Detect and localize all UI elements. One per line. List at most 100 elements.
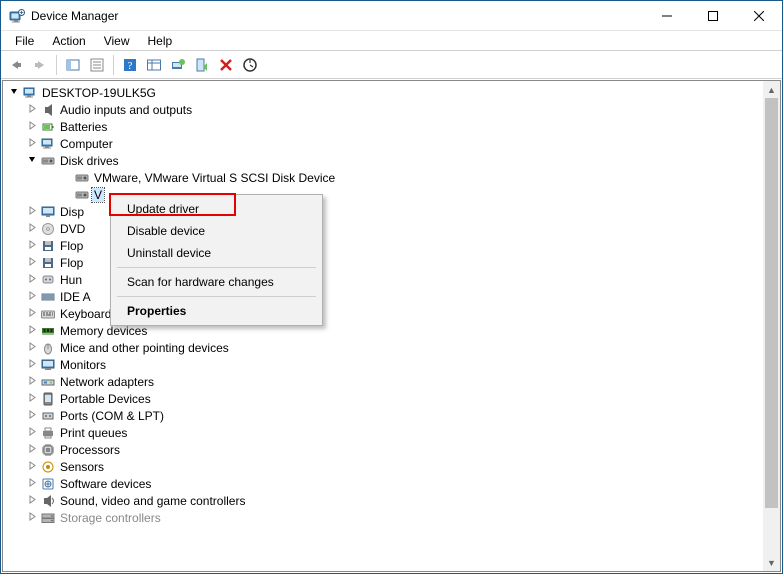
sound-icon: [39, 493, 57, 509]
tree-item-label: V: [92, 188, 104, 202]
tree-item-label: Hun: [58, 273, 84, 287]
menu-action[interactable]: Action: [44, 32, 93, 50]
toolbar: ?: [1, 51, 782, 79]
chevron-right-icon[interactable]: [25, 376, 39, 385]
tree-item[interactable]: Disk drives: [3, 152, 763, 169]
tree-root[interactable]: DESKTOP-19ULK5G: [3, 84, 763, 101]
show-hide-console-button[interactable]: [62, 54, 84, 76]
tree-item[interactable]: Network adapters: [3, 373, 763, 390]
tree-root-label: DESKTOP-19ULK5G: [40, 86, 158, 100]
chevron-right-icon[interactable]: [25, 308, 39, 317]
view-button[interactable]: [143, 54, 165, 76]
chevron-right-icon[interactable]: [25, 410, 39, 419]
tree-item-label: Flop: [58, 239, 85, 253]
chevron-right-icon[interactable]: [25, 206, 39, 215]
floppy-icon: [39, 238, 57, 254]
tree-item-label: Sound, video and game controllers: [58, 494, 247, 508]
scroll-down-button[interactable]: ▼: [763, 554, 780, 571]
chevron-right-icon[interactable]: [25, 444, 39, 453]
scroll-up-button[interactable]: ▲: [763, 81, 780, 98]
software-icon: [39, 476, 57, 492]
window-title: Device Manager: [31, 9, 118, 23]
properties-button[interactable]: [86, 54, 108, 76]
computer-icon: [21, 85, 39, 101]
tree-item[interactable]: Batteries: [3, 118, 763, 135]
forward-button[interactable]: [29, 54, 51, 76]
keyboard-icon: [39, 306, 57, 322]
context-menu-update-driver[interactable]: Update driver: [113, 198, 320, 220]
back-button[interactable]: [5, 54, 27, 76]
tree-item-label: Flop: [58, 256, 85, 270]
chevron-right-icon[interactable]: [25, 274, 39, 283]
computer-icon: [39, 136, 57, 152]
chevron-right-icon[interactable]: [25, 291, 39, 300]
uninstall-button[interactable]: [215, 54, 237, 76]
chevron-right-icon[interactable]: [25, 104, 39, 113]
tree-item[interactable]: Portable Devices: [3, 390, 763, 407]
tree-item[interactable]: Print queues: [3, 424, 763, 441]
tree-item-label: Disp: [58, 205, 86, 219]
maximize-button[interactable]: [690, 1, 736, 30]
chevron-right-icon[interactable]: [25, 495, 39, 504]
tree-item[interactable]: Computer: [3, 135, 763, 152]
scrollbar-track[interactable]: [763, 98, 780, 554]
chevron-down-icon[interactable]: [25, 155, 39, 164]
chevron-right-icon[interactable]: [25, 427, 39, 436]
tree-item[interactable]: Ports (COM & LPT): [3, 407, 763, 424]
printer-icon: [39, 425, 57, 441]
tree-item-label: DVD: [58, 222, 87, 236]
chevron-right-icon[interactable]: [25, 342, 39, 351]
chevron-right-icon[interactable]: [25, 478, 39, 487]
vertical-scrollbar[interactable]: ▲ ▼: [763, 81, 780, 571]
disk-icon: [73, 187, 91, 203]
tree-item[interactable]: Audio inputs and outputs: [3, 101, 763, 118]
tree-item[interactable]: Storage controllers: [3, 509, 763, 526]
chevron-right-icon[interactable]: [25, 512, 39, 521]
chevron-right-icon[interactable]: [25, 138, 39, 147]
svg-text:?: ?: [128, 60, 133, 72]
tree-item[interactable]: Sound, video and game controllers: [3, 492, 763, 509]
context-menu-uninstall-device[interactable]: Uninstall device: [113, 242, 320, 264]
menu-file[interactable]: File: [7, 32, 42, 50]
tree-item[interactable]: Software devices: [3, 475, 763, 492]
tree-item-label: Batteries: [58, 120, 109, 134]
chevron-right-icon[interactable]: [25, 461, 39, 470]
scrollbar-thumb[interactable]: [765, 98, 778, 508]
chevron-right-icon[interactable]: [25, 121, 39, 130]
tree-item[interactable]: Monitors: [3, 356, 763, 373]
tree-item[interactable]: Processors: [3, 441, 763, 458]
content-area: DESKTOP-19ULK5G Audio inputs and outputs…: [2, 80, 781, 572]
menu-view[interactable]: View: [96, 32, 138, 50]
minimize-button[interactable]: [644, 1, 690, 30]
help-button[interactable]: ?: [119, 54, 141, 76]
tree-item[interactable]: Mice and other pointing devices: [3, 339, 763, 356]
chevron-right-icon[interactable]: [25, 393, 39, 402]
chevron-right-icon[interactable]: [25, 240, 39, 249]
chevron-right-icon[interactable]: [25, 257, 39, 266]
network-icon: [39, 374, 57, 390]
scan-hardware-button[interactable]: [239, 54, 261, 76]
menu-help[interactable]: Help: [140, 32, 181, 50]
toolbar-separator: [56, 55, 57, 75]
tree-item-label: Mice and other pointing devices: [58, 341, 231, 355]
tree-item[interactable]: Sensors: [3, 458, 763, 475]
device-manager-window: Device Manager File Action View Help: [0, 0, 783, 574]
enable-device-button[interactable]: [191, 54, 213, 76]
chevron-right-icon[interactable]: [25, 223, 39, 232]
close-button[interactable]: [736, 1, 782, 30]
tree-item-label: Portable Devices: [58, 392, 153, 406]
tree-item-label: Monitors: [58, 358, 108, 372]
chevron-right-icon[interactable]: [25, 359, 39, 368]
device-tree[interactable]: DESKTOP-19ULK5G Audio inputs and outputs…: [3, 81, 763, 571]
update-driver-button[interactable]: [167, 54, 189, 76]
context-menu-scan-hardware[interactable]: Scan for hardware changes: [113, 271, 320, 293]
context-menu-separator: [117, 267, 316, 268]
dvd-icon: [39, 221, 57, 237]
chevron-right-icon[interactable]: [25, 325, 39, 334]
context-menu-disable-device[interactable]: Disable device: [113, 220, 320, 242]
disk-icon: [73, 170, 91, 186]
tree-item-label: Computer: [58, 137, 115, 151]
context-menu-properties[interactable]: Properties: [113, 300, 320, 322]
chevron-down-icon[interactable]: [7, 87, 21, 96]
tree-item[interactable]: VMware, VMware Virtual S SCSI Disk Devic…: [3, 169, 763, 186]
